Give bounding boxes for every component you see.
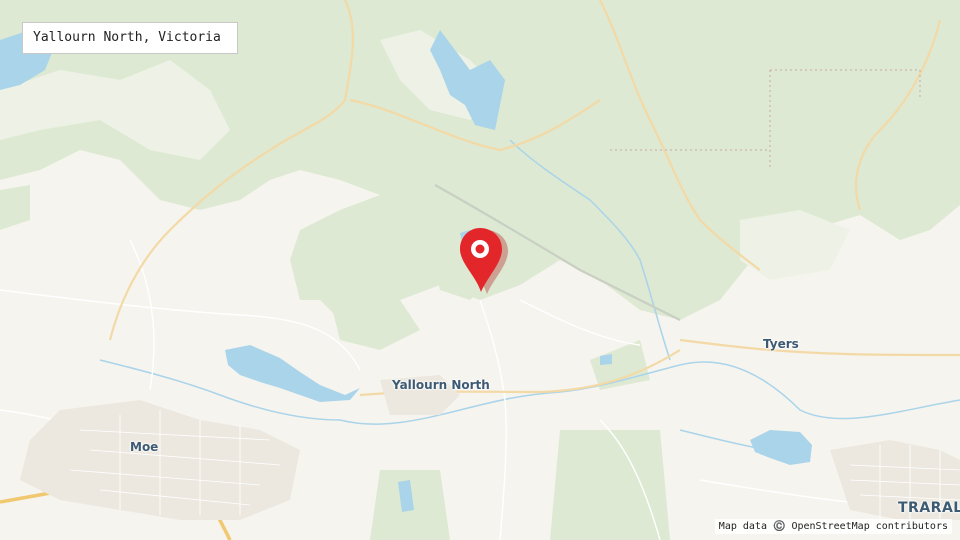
place-label-tyers: Tyers [763,337,799,351]
map-title: Yallourn North, Victoria [22,22,238,54]
map-pin-icon[interactable] [456,226,508,294]
place-label-moe: Moe [130,440,159,454]
place-label-traralgon: TRARAL [898,500,960,516]
map-attribution[interactable]: Map data ©️ OpenStreetMap contributors [714,519,952,534]
place-label-yallourn-north: Yallourn North [392,378,490,392]
